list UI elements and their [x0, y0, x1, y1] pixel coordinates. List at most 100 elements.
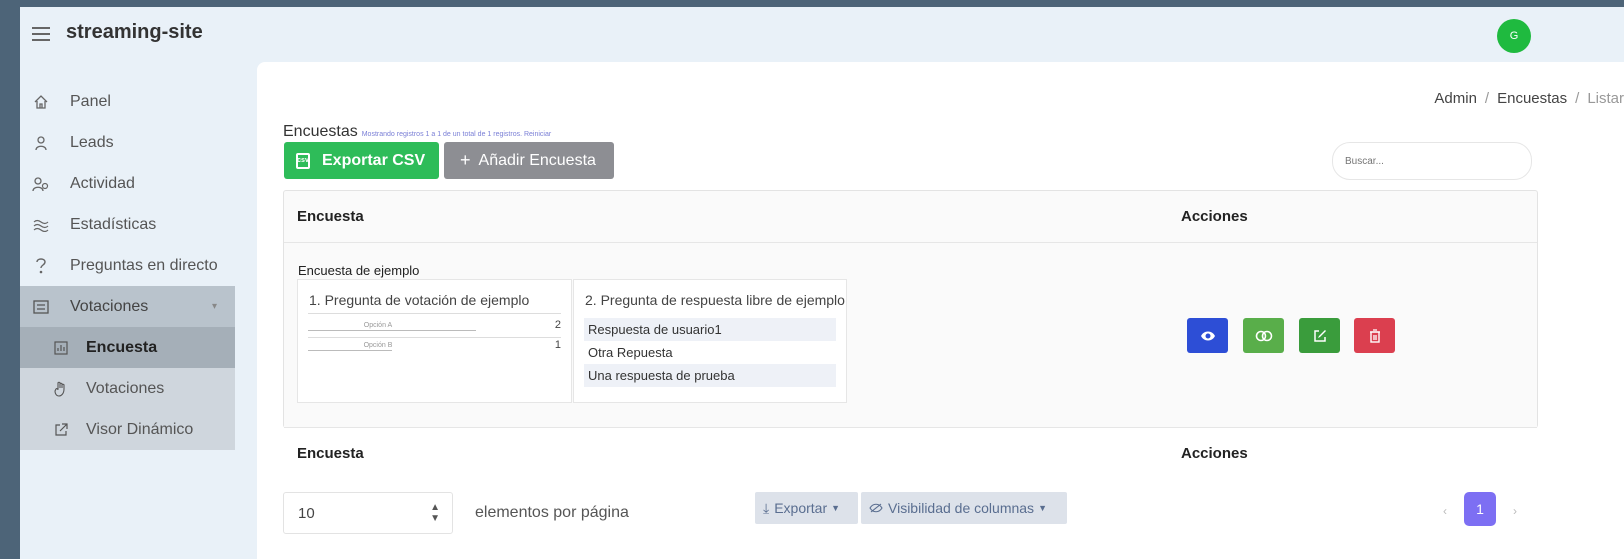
user-icon	[30, 134, 52, 152]
sidebar-item-votaciones-group[interactable]: Votaciones ▾	[20, 286, 235, 327]
sidebar-item-estadisticas[interactable]: Estadísticas	[20, 204, 235, 245]
vote-option-label: Opción B	[363, 342, 393, 349]
sidebar-item-panel[interactable]: Panel	[20, 81, 235, 122]
sidebar-item-label: Estadísticas	[70, 215, 157, 233]
app-frame: streaming-site G Panel Leads Actividad E…	[20, 7, 1624, 559]
external-link-icon	[50, 421, 72, 439]
view-icon	[1200, 331, 1215, 340]
page-button-current[interactable]: 1	[1464, 492, 1496, 526]
sidebar-item-visor-dinamico[interactable]: Visor Dinámico	[20, 409, 235, 450]
page-title: Encuestas Mostrando registros 1 a 1 de un…	[283, 123, 551, 141]
caret-down-icon: ▼	[1038, 503, 1047, 513]
question-card-free: 2. Pregunta de respuesta libre de ejempl…	[573, 279, 847, 403]
per-page-label: elementos por página	[475, 504, 629, 521]
home-icon	[30, 93, 52, 111]
sidebar-item-label: Panel	[70, 92, 111, 110]
export-csv-label: Exportar CSV	[322, 151, 426, 169]
sidebar-item-leads[interactable]: Leads	[20, 122, 235, 163]
plus-icon: +	[460, 150, 471, 170]
menu-icon[interactable]	[32, 27, 50, 41]
vote-option-label: Opción A	[363, 322, 393, 329]
column-footer-acciones: Acciones	[1181, 445, 1248, 462]
column-footer-encuesta: Encuesta	[297, 445, 364, 462]
breadcrumb-item[interactable]: Encuestas	[1497, 90, 1567, 107]
table-header: Encuesta Acciones	[284, 191, 1537, 243]
csv-file-icon: csv	[296, 152, 310, 169]
caret-down-icon: ▼	[831, 503, 841, 513]
export-label: Exportar	[774, 500, 828, 516]
question-title: 2. Pregunta de respuesta libre de ejempl…	[585, 292, 845, 308]
sidebar-group-votaciones: Votaciones ▾ Encuesta Votaciones Visor D…	[20, 286, 235, 450]
vote-bar	[308, 350, 392, 351]
avatar[interactable]: G	[1497, 19, 1531, 53]
answers-list: Respuesta de usuario1 Otra Repuesta Una …	[584, 318, 836, 387]
edit-icon	[1313, 329, 1326, 342]
prev-page-icon[interactable]: ‹	[1443, 504, 1447, 518]
sidebar-item-label: Leads	[70, 133, 114, 151]
export-dropdown[interactable]: ⤓ Exportar ▼	[755, 492, 858, 524]
sort-arrows-icon: ▲ ▼	[430, 502, 440, 524]
add-encuesta-label: Añadir Encuesta	[478, 151, 596, 169]
sidebar-item-label: Visor Dinámico	[86, 420, 194, 438]
vote-bar	[308, 330, 476, 331]
sidebar-item-preguntas[interactable]: Preguntas en directo	[20, 245, 235, 286]
main-content: Admin / Encuestas / Listar Encuestas Mostrand…	[257, 62, 1624, 559]
vote-count: 2	[554, 319, 561, 331]
row-actions	[1187, 318, 1410, 353]
sidebar-item-label: Preguntas en directo	[70, 256, 218, 274]
sidebar-item-encuesta[interactable]: Encuesta	[20, 327, 235, 368]
survey-name: Encuesta de ejemplo	[298, 263, 420, 278]
app-title: streaming-site	[66, 21, 203, 43]
sidebar-item-label: Actividad	[70, 174, 135, 192]
page-subtitle: Mostrando registros 1 a 1 de un total de…	[361, 131, 552, 138]
sidebar-item-label: Votaciones	[70, 297, 149, 315]
question-card-vote: 1. Pregunta de votación de ejemplo Opció…	[297, 279, 572, 403]
sidebar-item-label: Encuesta	[86, 338, 158, 356]
hand-icon	[50, 380, 72, 398]
vote-option-row: Opción B 1	[308, 338, 561, 357]
column-visibility-dropdown[interactable]: Visibilidad de columnas ▼	[861, 492, 1067, 524]
download-icon: ⤓	[763, 499, 770, 516]
delete-icon	[1369, 328, 1380, 343]
breadcrumb-current: Listar	[1587, 90, 1624, 107]
eye-off-icon	[869, 500, 883, 516]
list-item: Respuesta de usuario1	[584, 318, 836, 341]
per-page-select[interactable]: 10 ▲ ▼	[283, 492, 453, 534]
add-encuesta-button[interactable]: + Añadir Encuesta	[444, 142, 614, 179]
column-header-encuesta[interactable]: Encuesta	[297, 208, 364, 225]
view-button[interactable]	[1187, 318, 1228, 353]
top-bar: streaming-site G	[20, 7, 1624, 59]
vote-option-row: Opción A 2	[308, 318, 561, 337]
delete-button[interactable]	[1354, 318, 1395, 353]
search-input[interactable]	[1332, 142, 1532, 180]
vote-box-icon	[30, 298, 52, 316]
table-footer: Encuesta Acciones	[284, 427, 1537, 479]
toggle-button[interactable]	[1243, 318, 1284, 353]
list-item: Otra Repuesta	[588, 345, 673, 360]
breadcrumb-item[interactable]: Admin	[1434, 90, 1477, 107]
sidebar-item-votaciones[interactable]: Votaciones	[20, 368, 235, 409]
list-item: Una respuesta de prueba	[584, 364, 836, 387]
per-page-value: 10	[298, 504, 315, 522]
table-controls: 10 ▲ ▼ elementos por página ⤓ Exportar ▼ …	[283, 492, 1583, 534]
edit-button[interactable]	[1299, 318, 1340, 353]
next-page-icon[interactable]: ›	[1513, 504, 1517, 518]
page-title-text: Encuestas	[283, 123, 358, 140]
visibility-label: Visibilidad de columnas	[888, 500, 1035, 516]
chart-box-icon	[50, 339, 72, 357]
sidebar: Panel Leads Actividad Estadísticas Pregu…	[20, 81, 235, 450]
column-header-acciones: Acciones	[1181, 208, 1248, 225]
chevron-down-icon: ▾	[211, 301, 217, 312]
export-csv-button[interactable]: csv Exportar CSV	[284, 142, 439, 179]
sidebar-item-label: Votaciones	[86, 379, 165, 397]
surveys-table: Encuesta Acciones Encuesta de ejemplo 1.…	[283, 190, 1538, 462]
table-row: Encuesta de ejemplo 1. Pregunta de votac…	[284, 243, 1537, 427]
sidebar-item-actividad[interactable]: Actividad	[20, 163, 235, 204]
breadcrumb: Admin / Encuestas / Listar	[1434, 90, 1624, 107]
question-icon	[30, 257, 52, 275]
question-title: 1. Pregunta de votación de ejemplo	[309, 292, 530, 308]
waves-icon	[30, 216, 52, 234]
users-icon	[30, 175, 52, 193]
toggle-icon	[1255, 330, 1272, 341]
vote-count: 1	[554, 339, 561, 351]
